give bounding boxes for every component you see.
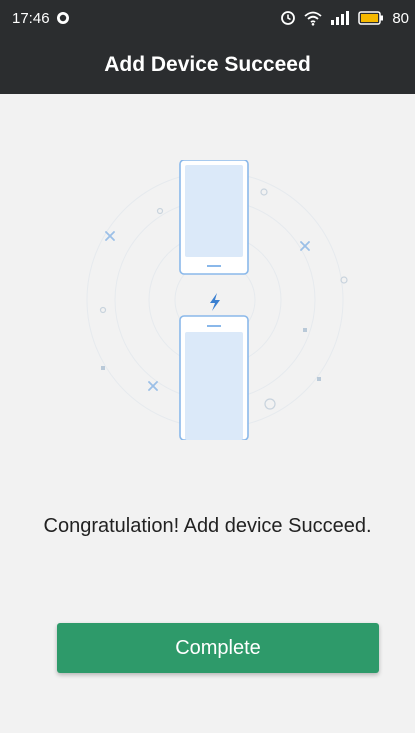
battery-icon [358,11,384,25]
status-left: 17:46 [12,10,70,27]
sparkle-dot-icon [156,207,164,215]
complete-button[interactable]: Complete [57,623,379,673]
success-message: Congratulation! Add device Succeed. [43,515,372,537]
status-bar: 17:46 80 [0,0,415,36]
target-icon [56,11,70,25]
sparkle-dot-icon [260,188,268,196]
sparkle-x-icon [300,241,310,251]
status-time: 17:46 [12,9,50,27]
device-connected-illustration [80,159,350,441]
title-bar: Add Device Succeed [0,36,415,94]
phone-icon-top [179,159,249,275]
lightning-icon [210,293,220,311]
sparkle-dot-icon [264,398,276,410]
alarm-icon [280,10,296,26]
sparkle-x-icon [105,231,115,241]
sparkle-square-icon [101,366,105,370]
battery-level: 80 [392,9,409,27]
signal-icon [330,10,350,26]
phone-icon-bottom [179,315,249,441]
sparkle-square-icon [317,377,321,381]
page-title: Add Device Succeed [104,53,311,76]
status-right: 80 [280,10,409,27]
wifi-icon [304,10,322,26]
sparkle-square-icon [303,328,307,332]
sparkle-x-icon [148,381,158,391]
sparkle-dot-icon [99,306,107,314]
